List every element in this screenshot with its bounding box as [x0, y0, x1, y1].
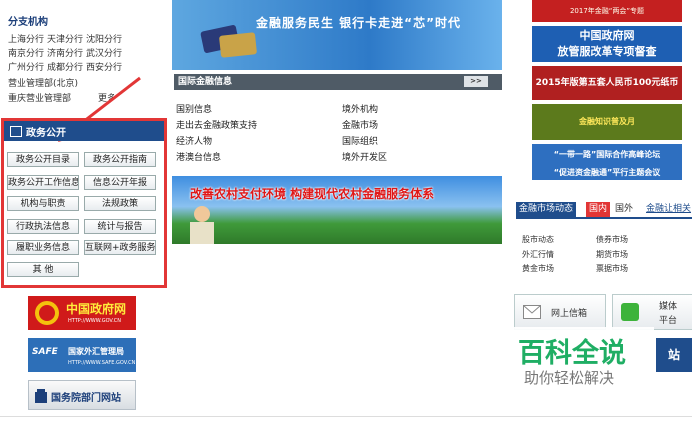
branch-link[interactable]: 上海分行	[8, 35, 44, 45]
gov-cn-logo-link[interactable]: 中国政府网 HTTP://WWW.GOV.CN	[28, 296, 136, 330]
safe-badge-text: SAFE	[32, 347, 58, 357]
belt-road-forum-banner[interactable]: “一带一路”国际合作高峰论坛 “促进资金融通”平行主题会议	[532, 144, 682, 180]
rural-finance-banner[interactable]: 改善农村支付环境 构建现代农村金融服务体系	[172, 176, 502, 244]
gov-statistics-button[interactable]: 统计与报告	[84, 219, 156, 234]
market-link[interactable]: 期货市场	[596, 249, 628, 260]
market-link[interactable]: 外汇行情	[522, 249, 554, 260]
site-button[interactable]: 站	[656, 338, 692, 372]
intl-finance-header: 国际金融信息 >>	[174, 74, 502, 90]
gov-org-duties-button[interactable]: 机构与职责	[7, 196, 79, 211]
intl-link[interactable]: 国别信息	[176, 102, 212, 115]
gov-annual-report-button[interactable]: 信息公开年报	[84, 175, 156, 190]
intl-link[interactable]: 国际组织	[342, 134, 378, 147]
branch-link[interactable]: 济南分行	[47, 49, 83, 59]
market-link[interactable]: 黄金市场	[522, 263, 554, 274]
tab-domestic[interactable]: 国内	[586, 202, 611, 217]
safe-logo-text: 国家外汇管理局	[68, 347, 124, 356]
gov-cn-logo-text: 中国政府网	[66, 302, 127, 316]
branch-link[interactable]: 广州分行	[8, 63, 44, 73]
market-link[interactable]: 债券市场	[596, 234, 628, 245]
gov-affairs-header: 政务公开	[4, 121, 164, 141]
gov-affairs-title: 政务公开	[26, 127, 66, 139]
rmb-100-banner[interactable]: 2015年版第五套人民币100元纸币	[532, 66, 682, 100]
gov-guide-button[interactable]: 政务公开指南	[84, 152, 156, 167]
gov-regulations-button[interactable]: 法规政策	[84, 196, 156, 211]
safe-logo-link[interactable]: SAFE 国家外汇管理局 HTTP://WWW.SAFE.GOV.CN	[28, 338, 136, 372]
intl-link[interactable]: 经济人物	[176, 134, 212, 147]
gov-business-info-button[interactable]: 履职业务信息	[7, 240, 79, 255]
bank-card-image	[218, 32, 258, 58]
intl-finance-more-button[interactable]: >>	[464, 76, 488, 87]
branch-link[interactable]: 武汉分行	[86, 49, 122, 59]
intl-link[interactable]: 境外开发区	[342, 150, 387, 163]
belt-road-line1: “一带一路”国际合作高峰论坛	[553, 150, 661, 159]
window-icon	[10, 125, 22, 137]
rural-finance-banner-title: 改善农村支付环境 构建现代农村金融服务体系	[190, 187, 435, 201]
intl-link[interactable]: 境外机构	[342, 102, 378, 115]
wechat-icon	[621, 303, 639, 321]
gov-internet-service-button[interactable]: 互联网+政务服务	[84, 240, 156, 255]
media-platform-label: 媒体	[659, 302, 678, 312]
state-council-depts-link[interactable]: 国务院部门网站	[28, 380, 136, 410]
gov-reform-line1: 中国政府网	[579, 29, 635, 42]
branch-link[interactable]: 南京分行	[8, 49, 44, 59]
finance-knowledge-banner[interactable]: 金融知识普及月	[532, 104, 682, 140]
branch-link[interactable]: 天津分行	[47, 35, 83, 45]
intl-finance-title: 国际金融信息	[178, 77, 233, 87]
intl-link[interactable]: 走出去金融政策支持	[176, 118, 257, 131]
online-mailbox-button[interactable]: 网上信箱	[514, 294, 606, 330]
bank-card-banner[interactable]: 金融服务民生 银行卡走进“芯”时代	[172, 0, 502, 70]
branch-link[interactable]: 沈阳分行	[86, 35, 122, 45]
media-platform-label-2: 平台	[659, 316, 678, 326]
branch-section-title: 分支机构	[8, 17, 48, 28]
state-council-depts-text: 国务院部门网站	[51, 393, 121, 404]
watermark-overlay: 百科全说 助你轻松解决	[512, 327, 654, 397]
national-emblem-icon	[35, 301, 59, 325]
gov-cn-logo-url: HTTP://WWW.GOV.CN	[68, 318, 122, 324]
online-mailbox-label: 网上信箱	[551, 309, 588, 319]
gov-other-button[interactable]: 其 他	[7, 262, 79, 277]
building-icon	[35, 389, 47, 403]
two-sessions-banner[interactable]: 2017年金融“两会”专题	[532, 0, 682, 22]
belt-road-line2: “促进资金融通”平行主题会议	[553, 168, 661, 177]
gov-directory-button[interactable]: 政务公开目录	[7, 152, 79, 167]
gov-reform-banner[interactable]: 中国政府网 放管服改革专项督查	[532, 26, 682, 62]
safe-logo-url: HTTP://WWW.SAFE.GOV.CN	[68, 360, 136, 366]
bottom-divider	[0, 416, 692, 417]
market-tabs: 金融市场动态 国内 国外 金融让相关	[516, 202, 692, 219]
watermark-subtitle: 助你轻松解决	[524, 369, 615, 387]
gov-work-info-button[interactable]: 政务公开工作信息	[7, 175, 79, 190]
intl-link[interactable]: 港澳台信息	[176, 150, 221, 163]
tab-market-related[interactable]: 金融让相关	[644, 202, 692, 217]
mail-icon	[523, 305, 541, 319]
branch-row: 上海分行 天津分行 沈阳分行	[8, 32, 125, 45]
bank-card-banner-title: 金融服务民生 银行卡走进“芯”时代	[256, 16, 461, 30]
media-platform-button[interactable]: 媒体 平台	[612, 294, 692, 330]
watermark-title: 百科全说	[518, 338, 626, 369]
tab-foreign[interactable]: 国外	[612, 202, 636, 217]
gov-enforcement-button[interactable]: 行政执法信息	[7, 219, 79, 234]
tab-market-dynamics[interactable]: 金融市场动态	[516, 202, 577, 217]
market-link[interactable]: 票据市场	[596, 263, 628, 274]
intl-link[interactable]: 金融市场	[342, 118, 378, 131]
branch-row: 南京分行 济南分行 武汉分行	[8, 46, 125, 59]
farmer-figure-icon	[190, 206, 214, 244]
gov-reform-line2: 放管服改革专项督查	[557, 45, 657, 58]
market-link[interactable]: 股市动态	[522, 234, 554, 245]
